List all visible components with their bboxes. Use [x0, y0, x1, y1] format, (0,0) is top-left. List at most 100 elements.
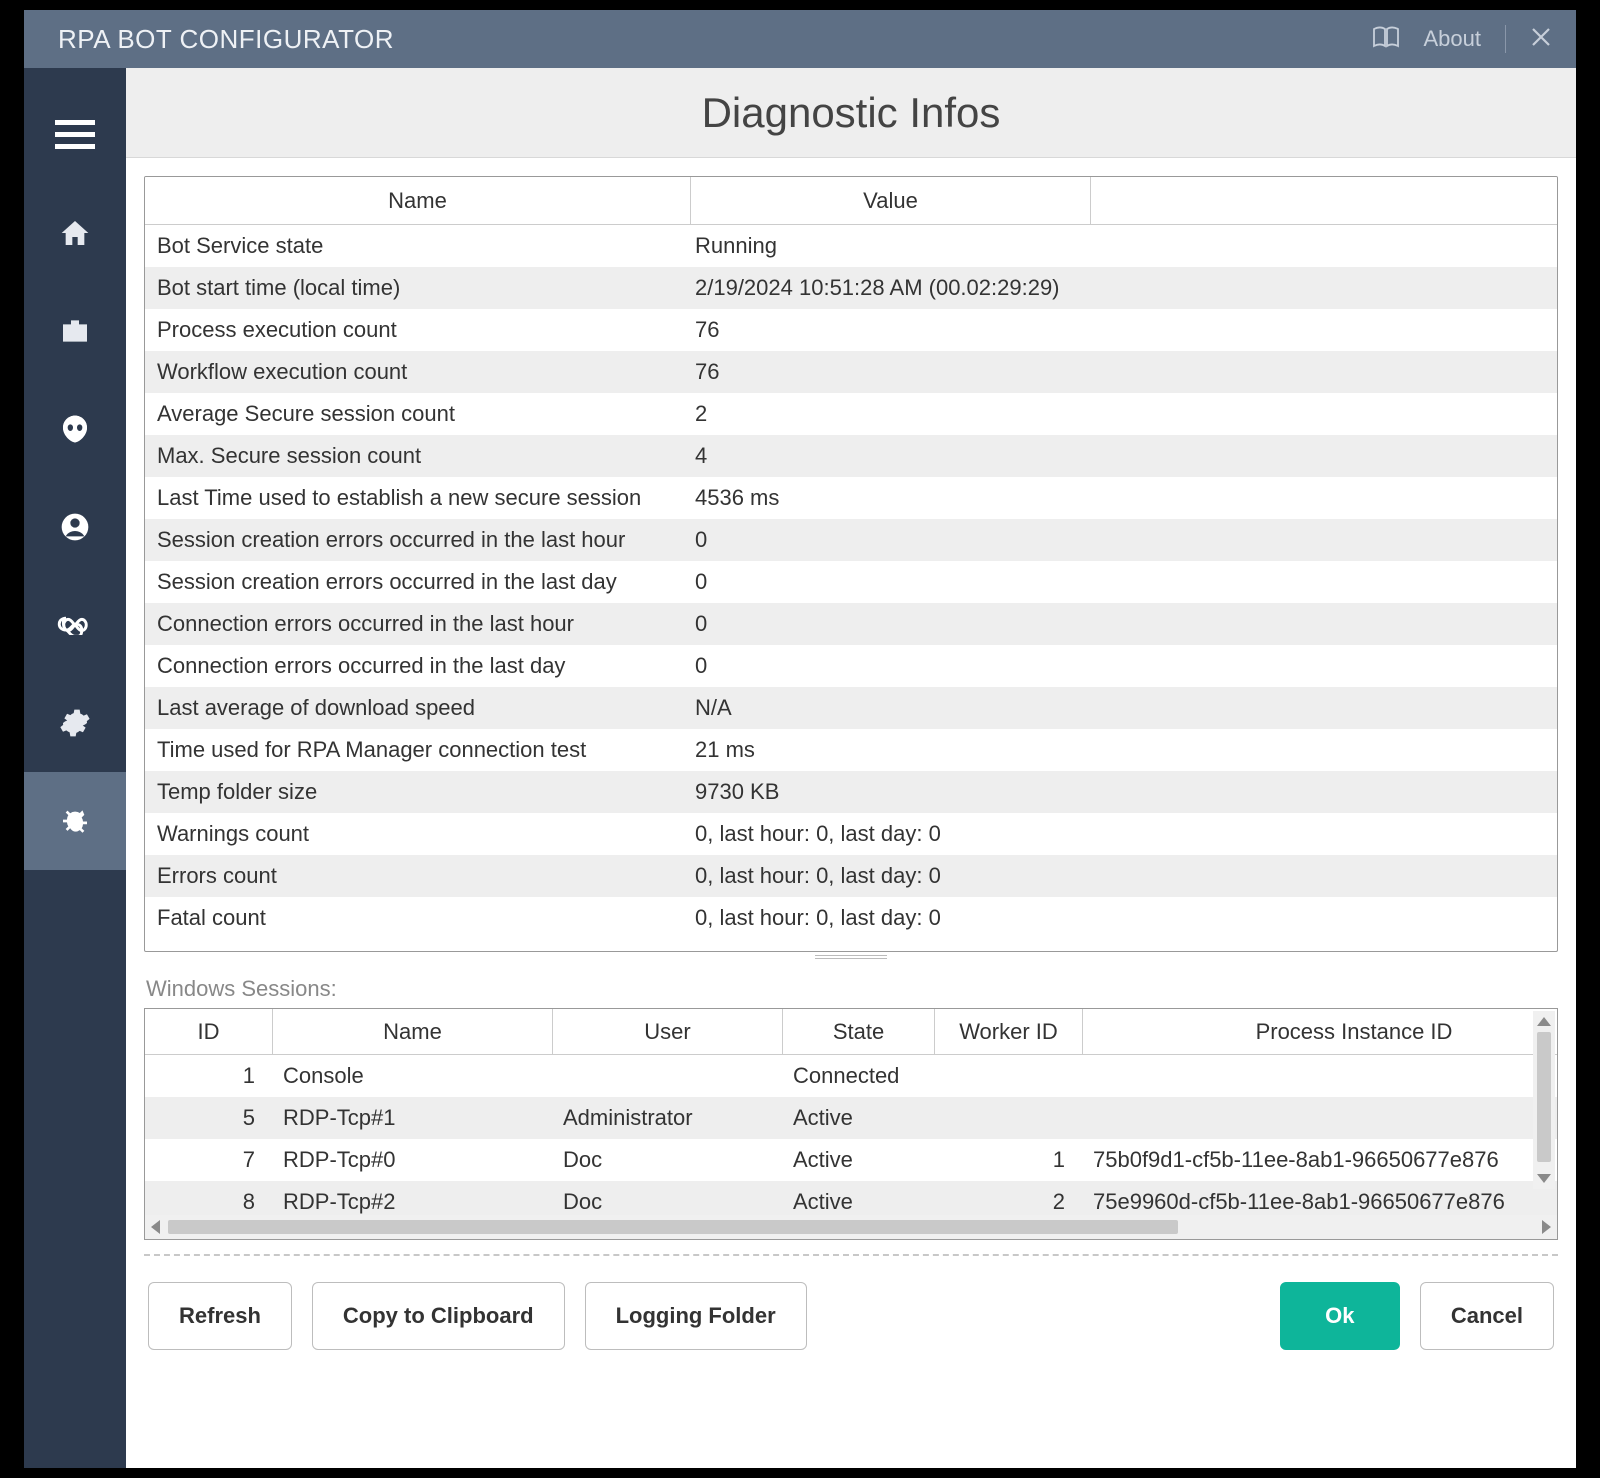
diag-cell-value: 0: [691, 527, 1557, 553]
scroll-left-icon[interactable]: [151, 1220, 160, 1234]
logging-folder-button[interactable]: Logging Folder: [585, 1282, 807, 1350]
diag-row[interactable]: Temp folder size9730 KB: [145, 771, 1557, 813]
diag-row[interactable]: Connection errors occurred in the last d…: [145, 645, 1557, 687]
book-icon[interactable]: [1372, 26, 1400, 53]
session-cell-id: 7: [145, 1147, 273, 1173]
sidebar-alien[interactable]: [24, 380, 126, 478]
session-cell-state: Connected: [783, 1063, 935, 1089]
sidebar-user[interactable]: [24, 478, 126, 576]
sessions-header-user[interactable]: User: [553, 1009, 783, 1055]
titlebar-divider: [1505, 25, 1506, 53]
scroll-thumb[interactable]: [1537, 1032, 1551, 1162]
diag-row[interactable]: Workflow execution count76: [145, 351, 1557, 393]
diag-row[interactable]: Max. Secure session count4: [145, 435, 1557, 477]
horizontal-splitter[interactable]: [144, 952, 1558, 962]
sidebar-home[interactable]: [24, 184, 126, 282]
diag-cell-value: 0: [691, 653, 1557, 679]
sidebar-diagnostics[interactable]: [24, 772, 126, 870]
diag-cell-name: Last average of download speed: [145, 695, 691, 721]
diag-row[interactable]: Bot start time (local time)2/19/2024 10:…: [145, 267, 1557, 309]
diag-cell-value: 76: [691, 317, 1557, 343]
session-cell-worker: 2: [935, 1189, 1083, 1215]
ok-button[interactable]: Ok: [1280, 1282, 1400, 1350]
diag-row[interactable]: Time used for RPA Manager connection tes…: [145, 729, 1557, 771]
session-cell-name: RDP-Tcp#0: [273, 1147, 553, 1173]
diag-row[interactable]: Average Secure session count2: [145, 393, 1557, 435]
about-link[interactable]: About: [1424, 26, 1482, 52]
session-cell-name: Console: [273, 1063, 553, 1089]
session-row[interactable]: 1Console Connected: [145, 1055, 1557, 1097]
hamburger-icon: [55, 120, 95, 150]
refresh-button[interactable]: Refresh: [148, 1282, 292, 1350]
diag-cell-value: 21 ms: [691, 737, 1557, 763]
sidebar-infinity[interactable]: [24, 576, 126, 674]
diag-cell-value: 4536 ms: [691, 485, 1557, 511]
session-cell-id: 8: [145, 1189, 273, 1215]
sessions-header-name[interactable]: Name: [273, 1009, 553, 1055]
diag-cell-value: 2/19/2024 10:51:28 AM (00.02:29:29): [691, 275, 1557, 301]
diag-cell-name: Average Secure session count: [145, 401, 691, 427]
diag-cell-name: Bot Service state: [145, 233, 691, 259]
cancel-button[interactable]: Cancel: [1420, 1282, 1554, 1350]
diagnostics-table: Name Value Bot Service stateRunningBot s…: [144, 176, 1558, 952]
session-cell-worker: 1: [935, 1147, 1083, 1173]
scroll-down-icon[interactable]: [1537, 1174, 1551, 1183]
session-row[interactable]: 8RDP-Tcp#2DocActive275e9960d-cf5b-11ee-8…: [145, 1181, 1557, 1215]
sessions-header-id[interactable]: ID: [145, 1009, 273, 1055]
app-window: RPA BOT CONFIGURATOR About: [24, 10, 1576, 1468]
session-cell-id: 1: [145, 1063, 273, 1089]
diag-header-name[interactable]: Name: [145, 177, 691, 225]
diag-row[interactable]: Session creation errors occurred in the …: [145, 561, 1557, 603]
alien-icon: [59, 413, 91, 445]
session-cell-state: Active: [783, 1147, 935, 1173]
diag-cell-name: Session creation errors occurred in the …: [145, 527, 691, 553]
sidebar-settings[interactable]: [24, 674, 126, 772]
sessions-header-state[interactable]: State: [783, 1009, 935, 1055]
scroll-right-icon[interactable]: [1542, 1220, 1551, 1234]
diag-cell-value: 0, last hour: 0, last day: 0: [691, 863, 1557, 889]
sidebar: [24, 68, 126, 1468]
home-icon: [59, 217, 91, 249]
session-cell-user: Administrator: [553, 1105, 783, 1131]
diag-cell-value: Running: [691, 233, 1557, 259]
session-cell-name: RDP-Tcp#1: [273, 1105, 553, 1131]
diag-row[interactable]: Bot Service stateRunning: [145, 225, 1557, 267]
diag-row[interactable]: Last average of download speedN/A: [145, 687, 1557, 729]
session-cell-state: Active: [783, 1189, 935, 1215]
copy-clipboard-button[interactable]: Copy to Clipboard: [312, 1282, 565, 1350]
gear-icon: [59, 707, 91, 739]
sessions-label: Windows Sessions:: [146, 976, 1558, 1002]
scroll-up-icon[interactable]: [1537, 1017, 1551, 1026]
diag-cell-name: Fatal count: [145, 905, 691, 931]
diag-row[interactable]: Connection errors occurred in the last h…: [145, 603, 1557, 645]
diag-cell-value: 0: [691, 611, 1557, 637]
diag-cell-name: Connection errors occurred in the last h…: [145, 611, 691, 637]
session-row[interactable]: 5RDP-Tcp#1AdministratorActive: [145, 1097, 1557, 1139]
diag-cell-value: 0, last hour: 0, last day: 0: [691, 821, 1557, 847]
close-icon[interactable]: [1530, 26, 1552, 53]
horizontal-scrollbar[interactable]: [145, 1215, 1557, 1239]
sessions-header-worker[interactable]: Worker ID: [935, 1009, 1083, 1055]
diag-row[interactable]: Session creation errors occurred in the …: [145, 519, 1557, 561]
session-cell-state: Active: [783, 1105, 935, 1131]
session-cell-id: 5: [145, 1105, 273, 1131]
dashed-divider: [144, 1254, 1558, 1256]
session-cell-user: Doc: [553, 1189, 783, 1215]
session-cell-user: Doc: [553, 1147, 783, 1173]
diag-row[interactable]: Fatal count0, last hour: 0, last day: 0: [145, 897, 1557, 939]
diag-row[interactable]: Process execution count76: [145, 309, 1557, 351]
diag-row[interactable]: Errors count0, last hour: 0, last day: 0: [145, 855, 1557, 897]
sessions-header-proc[interactable]: Process Instance ID: [1083, 1009, 1557, 1055]
diag-row[interactable]: Last Time used to establish a new secure…: [145, 477, 1557, 519]
bug-icon: [59, 805, 91, 837]
sidebar-briefcase[interactable]: [24, 282, 126, 380]
briefcase-icon: [59, 315, 91, 347]
hscroll-thumb[interactable]: [168, 1220, 1178, 1234]
session-row[interactable]: 7RDP-Tcp#0DocActive175b0f9d1-cf5b-11ee-8…: [145, 1139, 1557, 1181]
sidebar-menu-toggle[interactable]: [24, 86, 126, 184]
diag-header-value[interactable]: Value: [691, 177, 1091, 225]
diag-row[interactable]: Warnings count0, last hour: 0, last day:…: [145, 813, 1557, 855]
diag-cell-name: Workflow execution count: [145, 359, 691, 385]
vertical-scrollbar[interactable]: [1533, 1011, 1555, 1189]
diag-cell-name: Connection errors occurred in the last d…: [145, 653, 691, 679]
